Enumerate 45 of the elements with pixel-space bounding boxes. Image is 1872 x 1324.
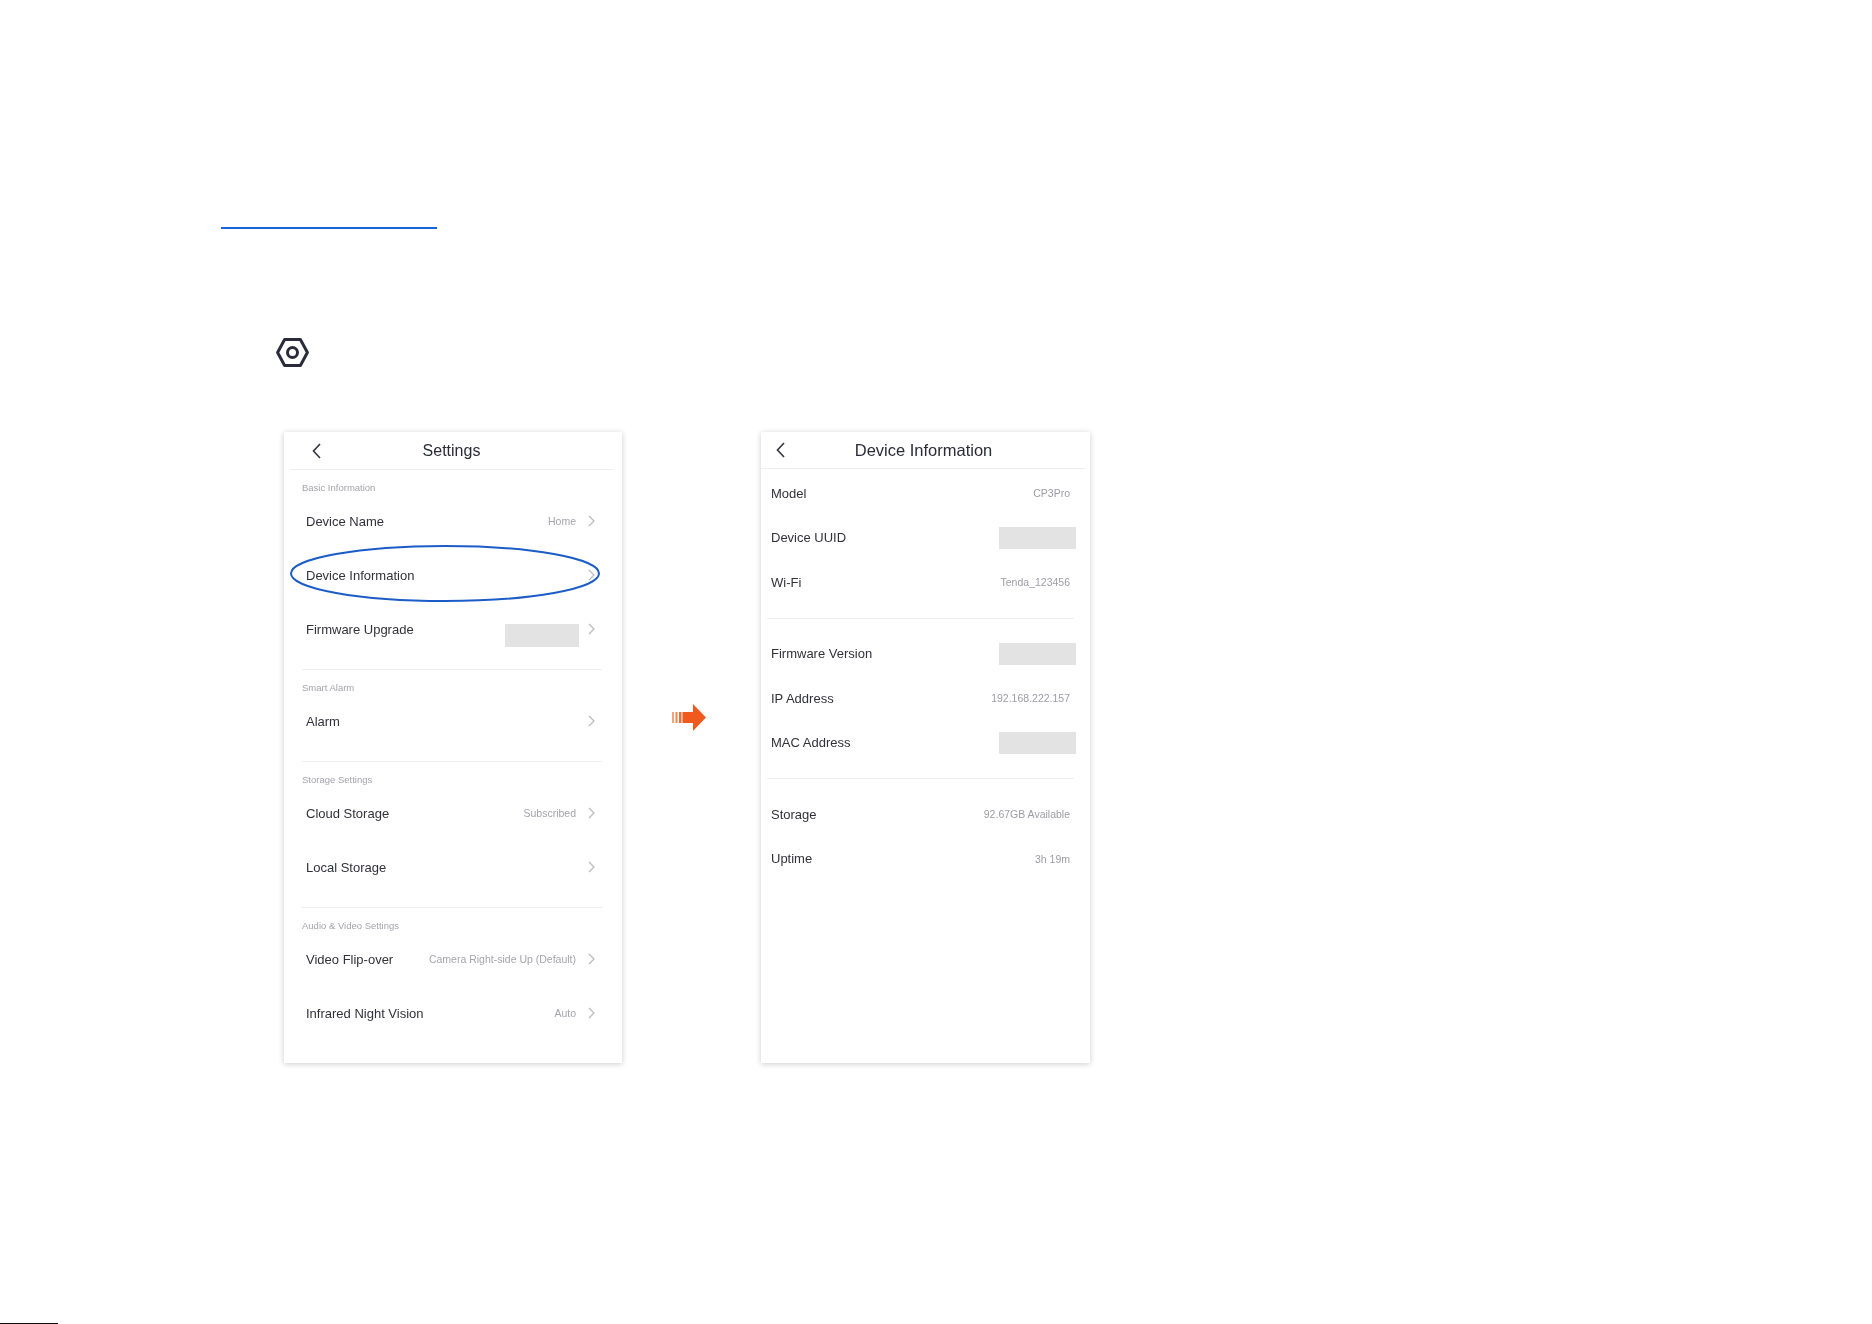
back-button[interactable] — [776, 442, 785, 458]
info-label: Wi-Fi — [771, 574, 803, 590]
right-arrow-icon — [672, 704, 706, 731]
section-label: Storage Settings — [301, 773, 374, 786]
back-icon — [312, 442, 321, 459]
row-value: Home — [548, 515, 576, 527]
settings-icon — [276, 338, 309, 367]
chevron-right-icon — [588, 953, 595, 965]
info-label: MAC Address — [771, 735, 852, 751]
info-label: Uptime — [771, 851, 814, 867]
info-label: Device UUID — [771, 530, 848, 546]
chevron-right-icon — [588, 807, 595, 819]
chevron-right-icon — [588, 1007, 595, 1019]
back-button[interactable] — [312, 442, 321, 459]
info-value: Tenda_123456 — [1000, 576, 1070, 589]
info-label: Model — [771, 485, 808, 501]
info-label: IP Address — [771, 690, 835, 706]
screen-title: Settings — [422, 441, 481, 460]
settings-row[interactable]: Alarm — [284, 694, 622, 748]
info-value: CP3Pro — [1033, 487, 1070, 500]
back-icon — [776, 442, 785, 458]
settings-row[interactable]: Infrared Night Vision Auto — [284, 986, 622, 1040]
settings-row[interactable]: Video Flip-over Camera Right-side Up (Default) — [284, 932, 622, 986]
chevron-right-icon — [588, 515, 595, 527]
info-value: 3h 19m — [1034, 852, 1070, 865]
chevron-right-icon — [588, 569, 595, 581]
chevron-right-icon — [588, 861, 595, 873]
settings-row[interactable]: Device Name Home — [284, 494, 622, 548]
info-label: Firmware Version — [771, 646, 874, 662]
chevron-right-icon — [588, 715, 595, 727]
info-value: 192.168.222.157 — [991, 692, 1070, 705]
section-label: Audio & Video Settings — [301, 919, 400, 932]
settings-row[interactable]: Device Information — [284, 548, 622, 602]
info-value: 92.67GB Available — [983, 808, 1070, 821]
settings-row[interactable]: Cloud Storage Subscribed — [284, 786, 622, 840]
info-label: Storage — [771, 806, 818, 822]
row-value: Subscribed — [523, 807, 576, 819]
row-value: Camera Right-side Up (Default) — [428, 953, 576, 965]
settings-row[interactable]: Local Storage — [284, 840, 622, 894]
section-label: Basic Information — [301, 481, 377, 494]
section-label: Smart Alarm — [301, 681, 356, 694]
row-value: Auto — [554, 1007, 576, 1019]
settings-row[interactable]: Firmware Upgrade — [284, 602, 622, 656]
chevron-right-icon — [588, 623, 595, 635]
screen-title: Device Information — [854, 440, 993, 460]
